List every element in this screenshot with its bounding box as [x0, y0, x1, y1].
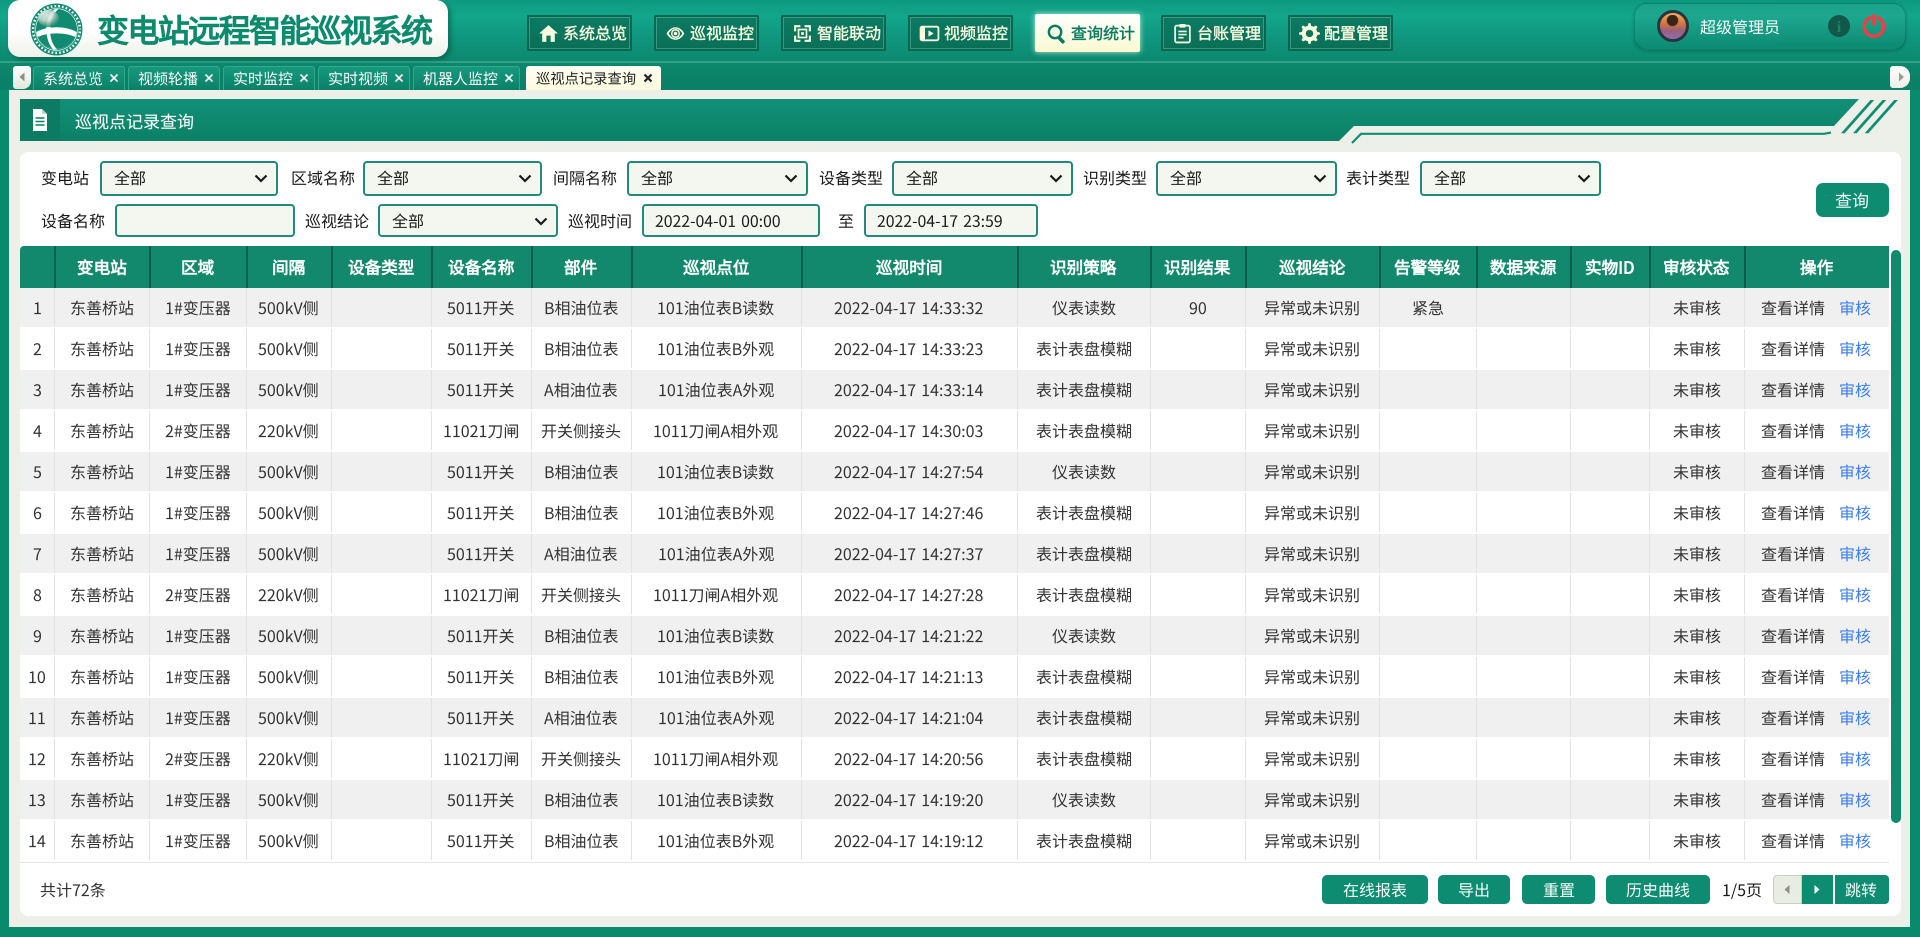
svg-text:i: i	[1837, 19, 1842, 36]
